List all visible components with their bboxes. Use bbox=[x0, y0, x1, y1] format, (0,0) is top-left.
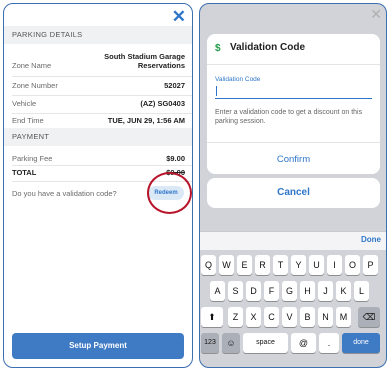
key-n[interactable]: N bbox=[318, 307, 333, 327]
key-s[interactable]: S bbox=[228, 281, 243, 301]
period-key[interactable]: . bbox=[319, 333, 339, 353]
parking-details-header: PARKING DETAILS bbox=[4, 26, 192, 44]
dollar-icon: $ bbox=[215, 43, 221, 54]
validation-code-screen: ✕ $ Validation Code Validation Code Ente… bbox=[199, 3, 387, 368]
key-q[interactable]: Q bbox=[201, 255, 216, 275]
key-k[interactable]: K bbox=[336, 281, 351, 301]
key-c[interactable]: C bbox=[264, 307, 279, 327]
highlight-ring-annotation bbox=[147, 172, 192, 214]
key-d[interactable]: D bbox=[246, 281, 261, 301]
close-icon[interactable]: ✕ bbox=[172, 8, 186, 25]
cancel-button[interactable]: Cancel bbox=[207, 178, 380, 208]
key-f[interactable]: F bbox=[264, 281, 279, 301]
setup-payment-button[interactable]: Setup Payment bbox=[12, 333, 184, 359]
key-r[interactable]: R bbox=[255, 255, 270, 275]
vehicle-value: (AZ) SG0403 bbox=[140, 99, 185, 108]
end-time-label: End Time bbox=[12, 116, 44, 125]
divider bbox=[12, 95, 192, 96]
key-m[interactable]: M bbox=[336, 307, 351, 327]
key-w[interactable]: W bbox=[219, 255, 234, 275]
key-p[interactable]: P bbox=[363, 255, 378, 275]
done-button[interactable]: Done bbox=[361, 235, 381, 244]
space-key[interactable]: space bbox=[243, 333, 288, 353]
key-u[interactable]: U bbox=[309, 255, 324, 275]
key-g[interactable]: G bbox=[282, 281, 297, 301]
key-v[interactable]: V bbox=[282, 307, 297, 327]
help-text: Enter a validation code to get a discoun… bbox=[215, 109, 363, 125]
key-l[interactable]: L bbox=[354, 281, 369, 301]
payment-header: PAYMENT bbox=[4, 128, 192, 146]
dialog-title: Validation Code bbox=[230, 42, 306, 53]
divider bbox=[12, 76, 192, 77]
zone-number-label: Zone Number bbox=[12, 81, 58, 90]
at-key[interactable]: @ bbox=[291, 333, 316, 353]
numbers-key[interactable]: 123 bbox=[201, 333, 219, 353]
parking-fee-label: Parking Fee bbox=[12, 154, 53, 163]
divider bbox=[12, 165, 192, 166]
zone-number-value: 52027 bbox=[164, 81, 185, 90]
validation-code-input[interactable] bbox=[215, 84, 372, 99]
shift-icon[interactable]: ⬆ bbox=[201, 307, 223, 327]
key-a[interactable]: A bbox=[210, 281, 225, 301]
zone-number-row: Zone Number 52027 bbox=[12, 81, 185, 93]
confirm-button[interactable]: Confirm bbox=[207, 154, 380, 165]
key-t[interactable]: T bbox=[273, 255, 288, 275]
divider bbox=[12, 113, 192, 114]
parking-fee-value: $9.00 bbox=[166, 154, 185, 163]
end-time-value: TUE, JUN 29, 1:56 AM bbox=[107, 116, 185, 125]
key-b[interactable]: B bbox=[300, 307, 315, 327]
key-x[interactable]: X bbox=[246, 307, 261, 327]
emoji-icon[interactable]: ☺ bbox=[222, 333, 240, 353]
vehicle-label: Vehicle bbox=[12, 99, 37, 108]
key-i[interactable]: I bbox=[327, 255, 342, 275]
key-o[interactable]: O bbox=[345, 255, 360, 275]
key-h[interactable]: H bbox=[300, 281, 315, 301]
divider bbox=[207, 142, 380, 143]
keyboard-done-key[interactable]: done bbox=[342, 333, 380, 353]
key-j[interactable]: J bbox=[318, 281, 333, 301]
zone-name-value: South Stadium Garage Reservations bbox=[104, 52, 185, 70]
validation-question: Do you have a validation code? bbox=[12, 189, 117, 198]
keyboard-toolbar: Done bbox=[200, 231, 386, 250]
validation-code-field-label: Validation Code bbox=[215, 76, 261, 83]
zone-name-label: Zone Name bbox=[12, 61, 52, 70]
parking-details-screen: ✕ PARKING DETAILS Zone Name South Stadiu… bbox=[3, 3, 193, 368]
total-label: TOTAL bbox=[12, 168, 37, 177]
zone-name-row: Zone Name South Stadium Garage Reservati… bbox=[12, 52, 185, 74]
vehicle-row: Vehicle (AZ) SG0403 bbox=[12, 99, 185, 111]
key-y[interactable]: Y bbox=[291, 255, 306, 275]
backspace-icon[interactable]: ⌫ bbox=[358, 307, 380, 327]
close-icon[interactable]: ✕ bbox=[370, 7, 382, 21]
validation-code-dialog: $ Validation Code Validation Code Enter … bbox=[207, 34, 380, 174]
key-e[interactable]: E bbox=[237, 255, 252, 275]
key-z[interactable]: Z bbox=[228, 307, 243, 327]
divider bbox=[207, 64, 380, 65]
end-time-row: End Time TUE, JUN 29, 1:56 AM bbox=[12, 116, 185, 128]
text-caret bbox=[216, 86, 217, 96]
